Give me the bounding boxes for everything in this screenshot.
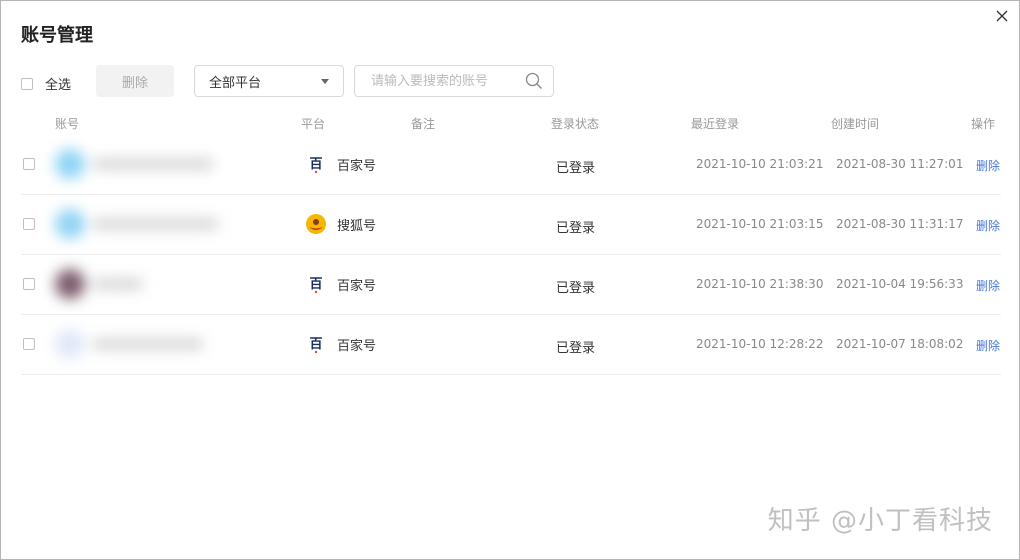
header-action: 操作 — [971, 117, 996, 131]
row-checkbox[interactable] — [23, 218, 35, 230]
svg-text:百: 百 — [309, 277, 322, 292]
delete-link[interactable]: 删除 — [976, 337, 1000, 354]
batch-delete-button[interactable]: 删除 — [96, 65, 174, 97]
sohu-icon — [305, 213, 327, 235]
checkbox[interactable] — [21, 77, 33, 90]
table-row: 搜狐号 已登录 2021-10-10 21:03:15 2021-08-30 1… — [21, 195, 1001, 255]
select-all-label: 全选 — [45, 78, 72, 93]
created-time: 2021-08-30 11:27:01 — [836, 157, 964, 171]
login-status: 已登录 — [556, 341, 596, 356]
header-status: 登录状态 — [551, 117, 600, 131]
account-management-dialog: 账号管理 全选 删除 全部平台 账号 平台 备注 登录状 — [0, 0, 1020, 560]
row-checkbox[interactable] — [23, 158, 35, 170]
table-row: 百 百家号 已登录 2021-10-10 21:38:30 2021-10-04… — [21, 255, 1001, 315]
svg-text:百: 百 — [309, 157, 322, 172]
platform-cell: 百 百家号 — [305, 153, 376, 175]
baijiahao-icon: 百 — [305, 333, 327, 355]
platform-cell: 百 百家号 — [305, 273, 376, 295]
watermark: 知乎 @小丁看科技 — [767, 506, 993, 536]
platform-cell: 百 百家号 — [305, 333, 376, 355]
last-login-time: 2021-10-10 21:03:21 — [696, 157, 824, 171]
created-time: 2021-08-30 11:31:17 — [836, 217, 964, 231]
caret-down-icon — [321, 78, 329, 84]
platform-select[interactable]: 全部平台 — [194, 65, 344, 97]
delete-link[interactable]: 删除 — [976, 217, 1000, 234]
platform-name: 百家号 — [337, 338, 377, 354]
table-row: 百 百家号 已登录 2021-10-10 12:28:22 2021-10-07… — [21, 315, 1001, 375]
header-platform: 平台 — [301, 117, 326, 131]
login-status: 已登录 — [556, 221, 596, 236]
delete-link[interactable]: 删除 — [976, 157, 1000, 174]
close-icon[interactable] — [993, 7, 1011, 25]
delete-link[interactable]: 删除 — [976, 277, 1000, 294]
login-status: 已登录 — [556, 281, 596, 296]
header-note: 备注 — [411, 117, 436, 131]
table-header: 账号 平台 备注 登录状态 最近登录 创建时间 操作 — [21, 111, 1001, 135]
select-all-checkbox[interactable]: 全选 — [21, 74, 71, 93]
dialog-title: 账号管理 — [21, 25, 93, 46]
table-row: 百 百家号 已登录 2021-10-10 21:03:21 2021-08-30… — [21, 135, 1001, 195]
platform-cell: 搜狐号 — [305, 213, 376, 235]
svg-text:百: 百 — [309, 337, 322, 352]
header-last-login: 最近登录 — [691, 117, 740, 131]
created-time: 2021-10-07 18:08:02 — [836, 337, 964, 351]
platform-name: 搜狐号 — [337, 218, 377, 234]
platform-select-value: 全部平台 — [209, 75, 262, 91]
toolbar: 全选 删除 全部平台 — [21, 65, 1001, 97]
row-checkbox[interactable] — [23, 338, 35, 350]
login-status: 已登录 — [556, 161, 596, 176]
account-blurred — [55, 323, 235, 365]
last-login-time: 2021-10-10 12:28:22 — [696, 337, 824, 351]
header-created: 创建时间 — [831, 117, 880, 131]
platform-name: 百家号 — [337, 278, 377, 294]
header-account: 账号 — [55, 117, 80, 131]
last-login-time: 2021-10-10 21:38:30 — [696, 277, 824, 291]
baijiahao-icon: 百 — [305, 273, 327, 295]
account-blurred — [55, 203, 235, 245]
row-checkbox[interactable] — [23, 278, 35, 290]
account-blurred — [55, 143, 235, 185]
account-blurred — [55, 263, 235, 305]
created-time: 2021-10-04 19:56:33 — [836, 277, 964, 291]
last-login-time: 2021-10-10 21:03:15 — [696, 217, 824, 231]
search-box — [354, 65, 554, 97]
baijiahao-icon: 百 — [305, 153, 327, 175]
platform-name: 百家号 — [337, 158, 377, 174]
search-icon[interactable] — [525, 72, 543, 94]
search-input[interactable] — [369, 72, 523, 90]
